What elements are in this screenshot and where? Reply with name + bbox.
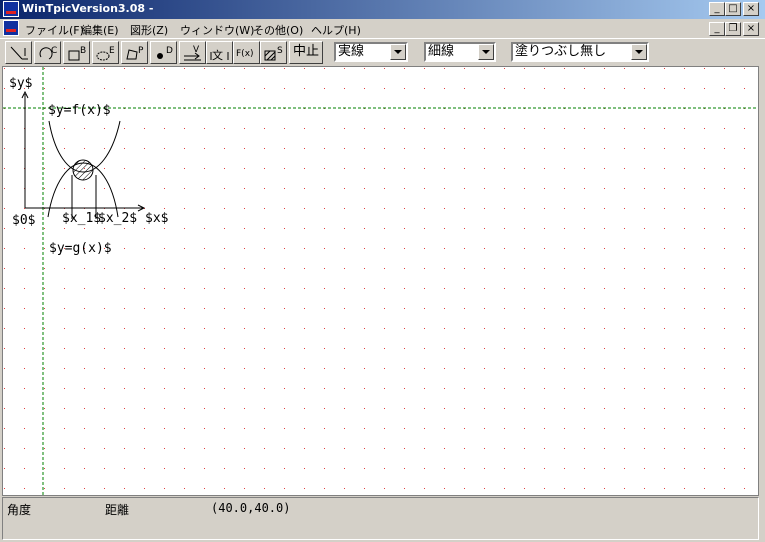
shade-tool-icon: S <box>264 46 283 61</box>
label-x1: $x_1$ <box>62 211 101 226</box>
line-style-dropdown-icon[interactable] <box>390 44 406 60</box>
ellipse-tool-icon: E <box>96 46 115 61</box>
mdi-restore-button[interactable]: ❐ <box>725 22 741 36</box>
label-origin: $0$ <box>12 213 36 228</box>
label-x2: $x_2$ <box>98 211 137 226</box>
menu-edit[interactable]: 編集(E) <box>81 22 119 38</box>
menu-file[interactable]: ファイル(F) <box>25 22 84 38</box>
line-width-value: 細線 <box>428 44 455 59</box>
text-tool-icon: 文 <box>210 48 229 62</box>
angle-label: 角度 <box>7 503 32 517</box>
distance-label: 距離 <box>105 503 130 517</box>
document-icon[interactable] <box>3 20 19 36</box>
ellipse-tool-letter: E <box>109 46 115 56</box>
menu-window[interactable]: ウィンドウ(W) <box>180 22 254 38</box>
vector-tool-letter: V <box>193 45 200 55</box>
polygon-tool-letter: P <box>138 46 144 56</box>
line-width-select[interactable]: 細線 <box>424 42 496 62</box>
mdi-close-button[interactable]: × <box>743 22 759 36</box>
window-title: WinTpicVersion3.08 - <box>22 2 154 15</box>
ellipse-tool-button[interactable]: E <box>92 41 119 64</box>
app-icon[interactable] <box>3 1 19 17</box>
line-tool-icon <box>10 46 28 60</box>
maximize-button[interactable]: □ <box>725 2 741 16</box>
line-tool-button[interactable] <box>5 41 32 64</box>
close-button[interactable]: × <box>743 2 759 16</box>
cursor-coordinates: (40.0,40.0) <box>211 501 291 515</box>
line-style-select[interactable]: 実線 <box>334 42 408 62</box>
menu-other[interactable]: その他(O) <box>253 22 303 38</box>
hatched-region <box>72 159 94 181</box>
mdi-minimize-button[interactable]: _ <box>709 22 725 36</box>
fill-mode-dropdown-icon[interactable] <box>631 44 647 60</box>
shade-tool-button[interactable]: S <box>260 41 287 64</box>
title-bar: WinTpicVersion3.08 - _ □ × <box>0 0 765 19</box>
box-tool-button[interactable]: B <box>63 41 90 64</box>
function-tool-letter: F(x) <box>236 49 254 59</box>
drawing-canvas[interactable]: $y$ $y=f(x)$ $0$ $x_1$ $x_2$ $x$ $y=g(x)… <box>2 66 759 496</box>
label-g: $y=g(x)$ <box>49 241 112 256</box>
polygon-tool-icon: P <box>126 46 144 60</box>
text-tool-button[interactable]: 文 <box>206 41 233 64</box>
shade-tool-letter: S <box>277 46 283 56</box>
dot-grid <box>3 67 758 495</box>
label-x-axis: $x$ <box>145 211 169 226</box>
toolbar: C B E P D V 文 F(x) S 中止 実線 細線 塗りつぶし無し <box>0 38 765 65</box>
status-bar: 角度 距離 (40.0,40.0) <box>2 497 759 540</box>
menu-shape[interactable]: 図形(Z) <box>130 22 168 38</box>
box-tool-icon: B <box>68 46 86 61</box>
dot-tool-letter: D <box>166 46 173 56</box>
vector-tool-button[interactable]: V <box>179 41 206 64</box>
text-tool-letter: 文 <box>212 48 223 62</box>
dot-tool-button[interactable]: D <box>150 41 177 64</box>
circle-tool-icon: C <box>39 46 57 60</box>
label-y-axis: $y$ <box>9 76 33 91</box>
box-tool-letter: B <box>80 46 86 56</box>
minimize-button[interactable]: _ <box>709 2 725 16</box>
fill-mode-select[interactable]: 塗りつぶし無し <box>511 42 649 62</box>
dot-tool-icon: D <box>157 46 173 59</box>
line-width-dropdown-icon[interactable] <box>478 44 494 60</box>
fill-mode-value: 塗りつぶし無し <box>515 44 607 59</box>
menu-bar: ファイル(F) 編集(E) 図形(Z) ウィンドウ(W) その他(O) ヘルプ(… <box>0 19 765 38</box>
label-f: $y=f(x)$ <box>48 103 111 118</box>
function-tool-button[interactable]: F(x) <box>233 41 260 64</box>
canvas-svg: $y$ $y=f(x)$ $0$ $x_1$ $x_2$ $x$ $y=g(x)… <box>3 67 758 495</box>
circle-tool-letter: C <box>51 46 57 56</box>
vector-tool-icon: V <box>184 45 201 61</box>
stop-button[interactable]: 中止 <box>289 41 324 64</box>
line-style-value: 実線 <box>338 44 365 59</box>
circle-tool-button[interactable]: C <box>34 41 61 64</box>
polygon-tool-button[interactable]: P <box>121 41 148 64</box>
menu-help[interactable]: ヘルプ(H) <box>311 22 361 38</box>
function-tool-icon: F(x) <box>236 49 254 59</box>
